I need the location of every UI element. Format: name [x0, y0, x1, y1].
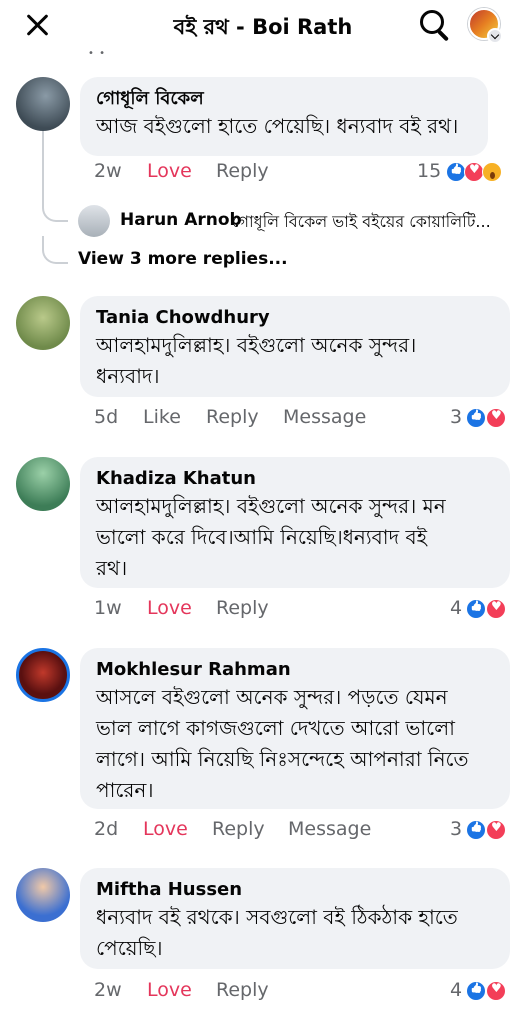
comment-text: আলহামদুলিল্লাহ। বইগুলো অনেক সুন্দর। মন: [96, 494, 446, 518]
more-dots: • •: [88, 48, 106, 59]
chevron-down-icon[interactable]: [487, 28, 503, 44]
comment-text: পেয়েছি।: [96, 936, 163, 960]
commenter-name[interactable]: Khadiza Khatun: [96, 467, 496, 491]
commenter-name[interactable]: Tania Chowdhury: [96, 306, 496, 330]
love-reaction-icon: [486, 408, 506, 428]
like-reaction-icon: [466, 408, 486, 428]
timestamp: 5d: [94, 406, 119, 428]
comment-actions: 1w Love Reply: [94, 597, 394, 623]
reply-text: গোধূলি বিকেল ভাই বইয়ের কোয়ালিটি...: [232, 212, 491, 231]
commenter-name[interactable]: গোধূলি বিকেল: [96, 87, 474, 111]
comment-text: ধন্যবাদ।: [96, 364, 160, 388]
love-reaction-icon: [486, 820, 506, 840]
avatar[interactable]: [16, 868, 70, 922]
reaction-count[interactable]: 3: [450, 818, 462, 840]
love-button[interactable]: Love: [147, 160, 192, 182]
avatar[interactable]: [16, 457, 70, 511]
commenter-name[interactable]: Miftha Hussen: [96, 878, 496, 902]
avatar[interactable]: [16, 648, 70, 702]
comment-actions: 2w Love Reply: [94, 979, 394, 1005]
top-bar: বই রথ - Boi Rath: [0, 0, 526, 50]
like-reaction-icon: [446, 162, 466, 182]
comment-text: পারেন।: [96, 778, 154, 802]
reply-button[interactable]: Reply: [206, 406, 259, 428]
reply-author-name[interactable]: Harun Arnob: [120, 210, 242, 230]
like-reaction-icon: [466, 820, 486, 840]
comment-text: আসলে বইগুলো অনেক সুন্দর। পড়তে যেমন: [96, 685, 448, 709]
timestamp: 2d: [94, 818, 119, 840]
comment-bubble: Tania Chowdhury আলহামদুলিল্লাহ। বইগুলো অ…: [80, 296, 510, 397]
avatar[interactable]: [78, 205, 110, 237]
comment-bubble: গোধূলি বিকেল আজ বইগুলো হাতে পেয়েছি। ধন্…: [80, 77, 488, 156]
comment-actions: 2w Love Reply: [94, 160, 394, 186]
thread-line: [42, 130, 44, 206]
view-more-replies-link[interactable]: View 3 more replies...: [78, 249, 288, 269]
comment-text: ধন্যবাদ বই রথকে। সবগুলো বই ঠিকঠাক হাতে: [96, 905, 458, 929]
thread-connector: [42, 200, 68, 222]
avatar[interactable]: [16, 77, 70, 131]
comment-text: ভাল লাগে কাগজগুলো দেখতে আরো ভালো: [96, 716, 455, 740]
search-icon[interactable]: [418, 8, 452, 42]
love-button[interactable]: Love: [147, 979, 192, 1001]
comment-text: ভালো করে দিবে।আমি নিয়েছি।ধন্যবাদ বই: [96, 525, 427, 549]
like-reaction-icon: [466, 981, 486, 1001]
reply-button[interactable]: Reply: [216, 979, 269, 1001]
reply-button[interactable]: Reply: [212, 818, 265, 840]
comment-text: রথ।: [96, 556, 128, 580]
like-button[interactable]: Like: [143, 406, 181, 428]
reply-button[interactable]: Reply: [216, 160, 269, 182]
reaction-count[interactable]: 3: [450, 406, 462, 428]
comment-actions: 5d Like Reply Message: [94, 406, 424, 432]
like-reaction-icon: [466, 599, 486, 619]
timestamp: 1w: [94, 597, 122, 619]
love-reaction-icon: [486, 981, 506, 1001]
comment-actions: 2d Love Reply Message: [94, 818, 424, 844]
love-reaction-icon: [464, 162, 484, 182]
comment-text: আলহামদুলিল্লাহ। বইগুলো অনেক সুন্দর।: [96, 333, 417, 357]
reply-button[interactable]: Reply: [216, 597, 269, 619]
avatar[interactable]: [16, 296, 70, 350]
message-button[interactable]: Message: [283, 406, 366, 428]
reply-preview[interactable]: Harun Arnob গোধূলি বিকেল ভাই বইয়ের কোয়…: [78, 205, 518, 237]
reaction-count[interactable]: 4: [450, 979, 462, 1001]
comment-bubble: Miftha Hussen ধন্যবাদ বই রথকে। সবগুলো বই…: [80, 868, 510, 969]
reaction-count[interactable]: 15: [417, 160, 441, 182]
timestamp: 2w: [94, 160, 122, 182]
commenter-name[interactable]: Mokhlesur Rahman: [96, 658, 496, 682]
thread-connector: [42, 236, 68, 264]
comment-text: লাগে। আমি নিয়েছি নিঃসন্দেহে আপনারা নিতে: [96, 747, 469, 771]
comment-bubble: Mokhlesur Rahman আসলে বইগুলো অনেক সুন্দর…: [80, 648, 510, 809]
comment-bubble: Khadiza Khatun আলহামদুলিল্লাহ। বইগুলো অন…: [80, 457, 510, 588]
love-button[interactable]: Love: [143, 818, 188, 840]
love-button[interactable]: Love: [147, 597, 192, 619]
comment-text: আজ বইগুলো হাতে পেয়েছি। ধন্যবাদ বই রথ।: [96, 114, 459, 138]
message-button[interactable]: Message: [288, 818, 371, 840]
wow-reaction-icon: [482, 162, 502, 182]
reaction-count[interactable]: 4: [450, 597, 462, 619]
timestamp: 2w: [94, 979, 122, 1001]
love-reaction-icon: [486, 599, 506, 619]
